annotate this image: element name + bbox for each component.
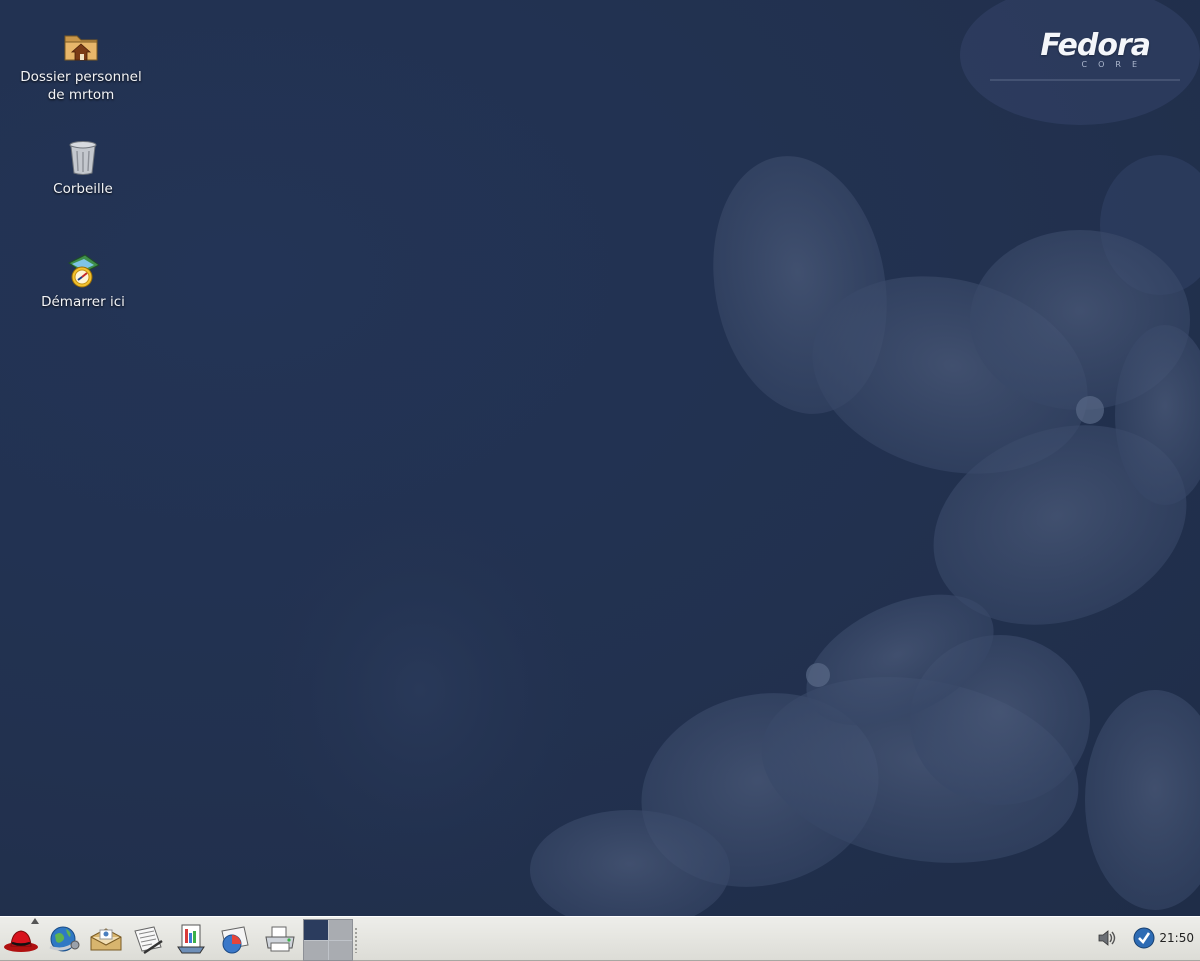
home-folder-label-line1: Dossier personnel xyxy=(20,69,142,85)
menu-arrow-indicator xyxy=(31,918,39,924)
workspace-3[interactable] xyxy=(304,940,328,960)
home-folder-label-line2: de mrtom xyxy=(47,87,115,103)
launcher-spreadsheet[interactable] xyxy=(214,920,254,958)
main-menu-button[interactable] xyxy=(1,920,41,958)
launcher-printer[interactable] xyxy=(260,920,300,958)
workspace-2[interactable] xyxy=(328,920,352,940)
panel-drag-handle[interactable] xyxy=(354,927,359,953)
wallpaper-flowers xyxy=(250,0,1200,916)
presentation-icon xyxy=(177,924,205,954)
redhat-menu-icon xyxy=(4,930,38,952)
text-editor-icon xyxy=(134,926,163,955)
desktop-icon-home-folder[interactable]: Dossier personnel de mrtom xyxy=(16,26,146,104)
web-browser-icon xyxy=(49,926,80,952)
trash-icon xyxy=(69,141,97,175)
desktop-icon-trash[interactable]: Corbeille xyxy=(18,138,148,198)
spreadsheet-icon xyxy=(221,926,249,954)
launcher-text-editor[interactable] xyxy=(128,920,168,958)
clock[interactable]: 21:50 xyxy=(1159,931,1194,945)
launcher-presentation[interactable] xyxy=(172,920,212,958)
printer-icon xyxy=(265,926,295,952)
update-checkmark-icon[interactable] xyxy=(1132,926,1156,950)
launcher-email[interactable] xyxy=(86,920,126,958)
workspace-4[interactable] xyxy=(328,940,352,960)
launcher-web-browser[interactable] xyxy=(44,920,84,958)
desktop-icon-start-here[interactable]: Démarrer ici xyxy=(18,251,148,311)
desktop[interactable]: Fedora CORE Dossier personnel de mrtom C… xyxy=(0,0,1200,916)
home-folder-icon xyxy=(64,35,98,61)
start-here-icon xyxy=(68,254,100,288)
bottom-panel: 21:50 xyxy=(0,916,1200,961)
volume-icon[interactable] xyxy=(1096,927,1118,949)
email-icon xyxy=(90,928,122,951)
fedora-wordmark: Fedora xyxy=(1040,28,1151,63)
workspace-switcher[interactable] xyxy=(303,919,353,961)
trash-label: Corbeille xyxy=(53,181,113,197)
start-here-label: Démarrer ici xyxy=(41,294,125,310)
workspace-1[interactable] xyxy=(304,920,328,940)
fedora-logo: Fedora CORE xyxy=(1040,28,1151,69)
